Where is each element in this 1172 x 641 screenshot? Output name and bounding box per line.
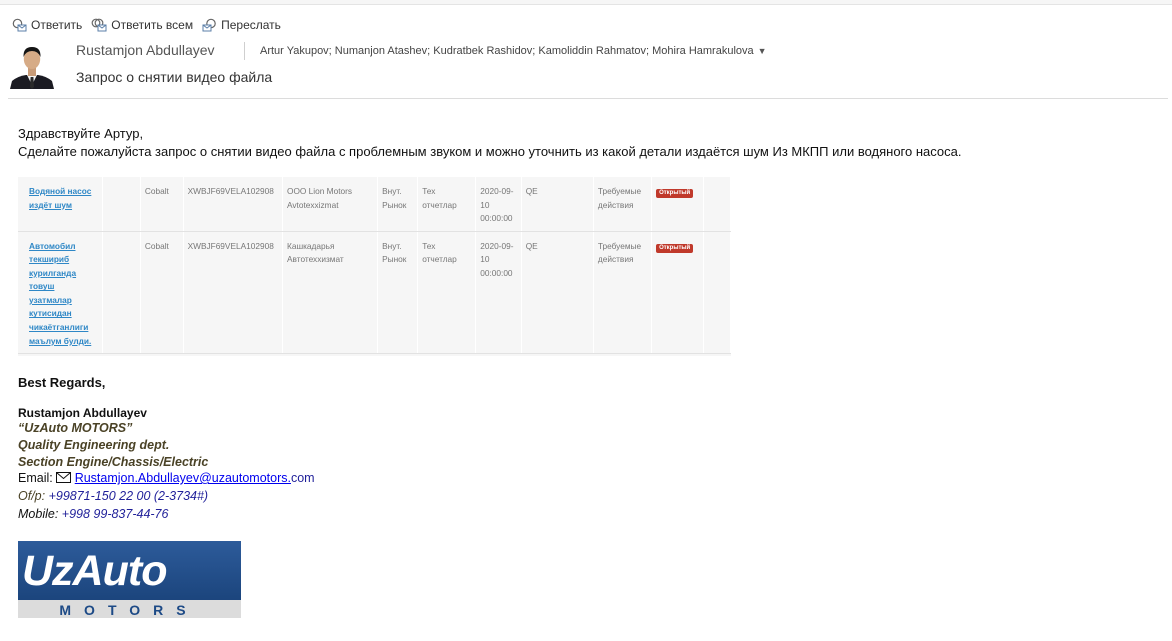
reply-label: Ответить	[31, 18, 83, 32]
row-vin: XWBJF69VELA102908	[183, 177, 284, 232]
reply-all-button[interactable]: Ответить всем	[91, 18, 193, 32]
sender-name[interactable]: Rustamjon Abdullayev	[76, 42, 215, 58]
reply-all-icon	[91, 18, 107, 32]
mobile-label: Mobile:	[18, 507, 59, 521]
empty-cell	[703, 177, 731, 232]
signature-email-line: Email: Rustamjon.Abdullayev@uzautomotors…	[18, 471, 315, 485]
row-report: Тех отчетлар	[417, 177, 477, 232]
chevron-down-icon[interactable]: ▼	[758, 46, 767, 56]
table-row: Водяной насос издёт шум Cobalt XWBJF69VE…	[18, 177, 731, 232]
message-body: Здравствуйте Артур, Сделайте пожалуйста …	[18, 125, 961, 161]
embedded-table: Водяной насос издёт шум Cobalt XWBJF69VE…	[18, 177, 731, 354]
signature-company: “UzAuto MOTORS”	[18, 421, 133, 435]
signature-regards: Best Regards,	[18, 375, 106, 390]
message-subject: Запрос о снятии видео файла	[76, 69, 273, 85]
row-dept: QE	[521, 177, 594, 232]
row-vin: XWBJF69VELA102908	[183, 231, 284, 354]
forward-icon	[202, 18, 216, 32]
row-dealer: Кашкадарья Автотеххизмат	[282, 231, 379, 354]
signature-office-line: Of/p: +99871-150 22 00 (2-3734#)	[18, 489, 208, 503]
row-action: Требуемые действия	[593, 231, 653, 354]
body-paragraph: Сделайте пожалуйста запрос о снятии виде…	[18, 144, 962, 159]
forward-label: Переслать	[221, 18, 281, 32]
row-action: Требуемые действия	[593, 177, 653, 232]
logo-sub-text: MOTORS	[59, 602, 198, 618]
message-header: Rustamjon Abdullayev Artur Yakupov; Numa…	[0, 38, 1172, 100]
signature-dept: Quality Engineering dept.	[18, 438, 170, 452]
row-title: Водяной насос издёт шум	[18, 177, 103, 232]
mobile-phone[interactable]: +998 99-837-44-76	[62, 507, 169, 521]
greeting-text: Здравствуйте Артур,	[18, 126, 144, 141]
row-model: Cobalt	[140, 177, 184, 232]
empty-cell	[102, 177, 141, 232]
email-label: Email:	[18, 471, 53, 485]
row-model: Cobalt	[140, 231, 184, 354]
row-dealer: OOO Lion Motors Avtotexxizmat	[282, 177, 379, 232]
message-toolbar: Ответить Ответить всем Переслать	[12, 16, 290, 34]
signature-name: Rustamjon Abdullayev	[18, 406, 147, 420]
email-link[interactable]: Rustamjon.Abdullayev@uzautomotors.	[75, 471, 291, 485]
status-badge: Открытый	[656, 189, 694, 198]
signature-mobile-line: Mobile: +998 99-837-44-76	[18, 507, 168, 521]
empty-cell	[703, 231, 731, 354]
row-status-cell: Открытый	[651, 231, 705, 354]
reply-all-label: Ответить всем	[111, 18, 194, 32]
embedded-screenshot: Водяной насос издёт шум Cobalt XWBJF69VE…	[18, 177, 731, 356]
row-date: 2020-09-10 00:00:00	[475, 177, 522, 232]
status-badge: Открытый	[656, 243, 694, 253]
recipients-list[interactable]: Artur Yakupov; Numanjon Atashev; Kudratb…	[260, 45, 767, 57]
row-dept: QE	[521, 231, 594, 354]
table-row: Автомобил текшириб курилганда товуш узат…	[18, 231, 731, 354]
email-tail: com	[290, 471, 315, 485]
office-phone[interactable]: +99871-150 22 00 (2-3734#)	[49, 489, 209, 503]
reply-button[interactable]: Ответить	[12, 18, 82, 32]
row-title: Автомобил текшириб курилганда товуш узат…	[18, 231, 103, 354]
sender-avatar	[8, 41, 56, 89]
envelope-icon	[56, 472, 72, 483]
row-report: Тех отчетлар	[417, 231, 477, 354]
uzauto-logo: UzAuto MOTORS	[18, 541, 241, 618]
office-label: Of/p:	[18, 489, 46, 503]
logo-brand-text: UzAuto	[22, 547, 166, 595]
recipients-text: Artur Yakupov; Numanjon Atashev; Kudratb…	[260, 45, 754, 57]
row-market: Внут. Рынок	[377, 177, 419, 232]
empty-cell	[102, 231, 141, 354]
signature-section: Section Engine/Chassis/Electric	[18, 455, 209, 469]
reply-icon	[12, 18, 27, 32]
window-top-strip	[0, 0, 1172, 5]
row-date: 2020-09-10 00:00:00	[475, 231, 522, 354]
header-divider	[244, 42, 245, 60]
forward-button[interactable]: Переслать	[202, 18, 281, 32]
header-separator	[8, 98, 1168, 99]
row-market: Внут. Рынок	[377, 231, 419, 354]
row-status-cell: Открытый	[651, 177, 705, 232]
